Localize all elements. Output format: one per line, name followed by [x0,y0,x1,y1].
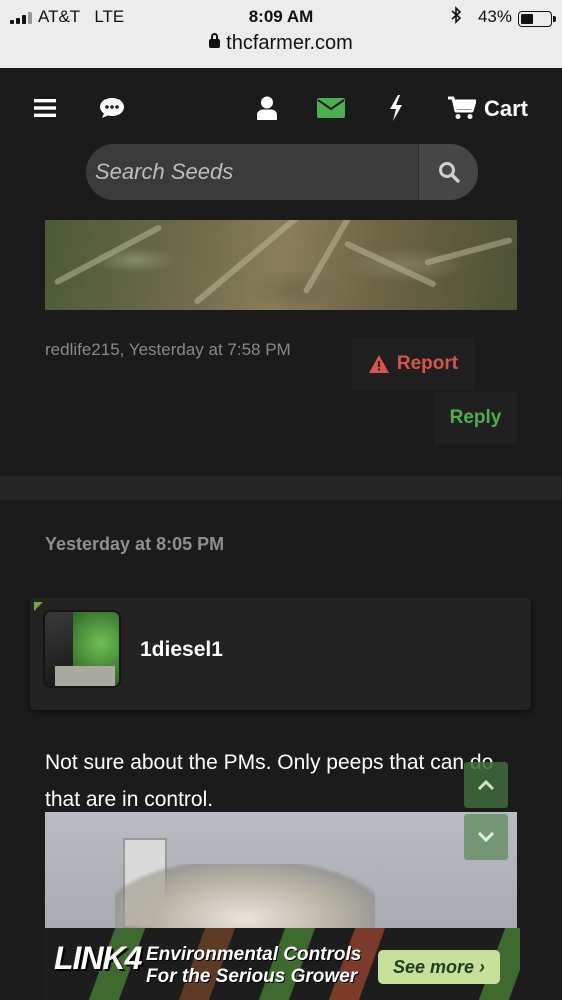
reply-button[interactable]: Reply [434,392,517,444]
bluetooth-icon [450,6,462,29]
menu-icon[interactable] [34,94,56,122]
status-bar: AT&T LTE 8:09 AM 43% [0,6,562,28]
reply-label: Reply [449,407,502,428]
ad-headline: Environmental Controls [146,944,362,965]
post-divider [0,476,562,500]
post-image-bud[interactable] [45,812,517,942]
chat-icon[interactable] [99,94,125,122]
search-icon [438,162,460,183]
ad-see-more-button[interactable]: See more › [378,950,500,984]
scroll-bottom-button[interactable] [464,814,508,860]
post-date[interactable]: Yesterday at 8:05 PM [45,534,224,555]
scroll-top-button[interactable] [464,762,508,808]
avatar[interactable] [43,610,121,688]
report-label: Report [396,353,459,374]
user-card: 1diesel1 [30,598,531,710]
battery-percent: 43% [477,7,512,26]
chevron-down-icon [477,831,495,843]
battery-icon [518,11,556,27]
online-indicator [34,602,43,611]
search-input[interactable] [86,144,418,200]
site-navbar: Cart [0,68,562,148]
search-button[interactable] [418,144,478,200]
user-icon[interactable] [257,94,277,122]
cart-icon[interactable] [448,94,476,122]
cart-label[interactable]: Cart [484,96,528,122]
post-image-plant[interactable] [45,220,517,310]
lock-icon [209,33,221,48]
report-button[interactable]: Report [352,338,475,390]
post-meta[interactable]: redlife215, Yesterday at 7:58 PM [45,340,291,360]
chevron-up-icon [477,779,495,791]
post-body: Not sure about the PMs. Only peeps that … [45,751,494,811]
search-bar [86,144,478,200]
username[interactable]: 1diesel1 [140,638,223,662]
warning-icon [368,355,389,373]
url-text: thcfarmer.com [226,32,353,54]
ios-status-area: AT&T LTE 8:09 AM 43% thcfarmer.com [0,0,562,68]
bolt-icon[interactable] [388,94,404,122]
address-bar[interactable]: thcfarmer.com [0,32,562,55]
mail-icon[interactable] [317,94,345,122]
ad-banner[interactable]: LINK4 Environmental Controls For the Ser… [42,928,520,1000]
ad-logo: LINK4 [54,940,142,976]
ad-subheadline: For the Serious Grower [146,966,358,987]
